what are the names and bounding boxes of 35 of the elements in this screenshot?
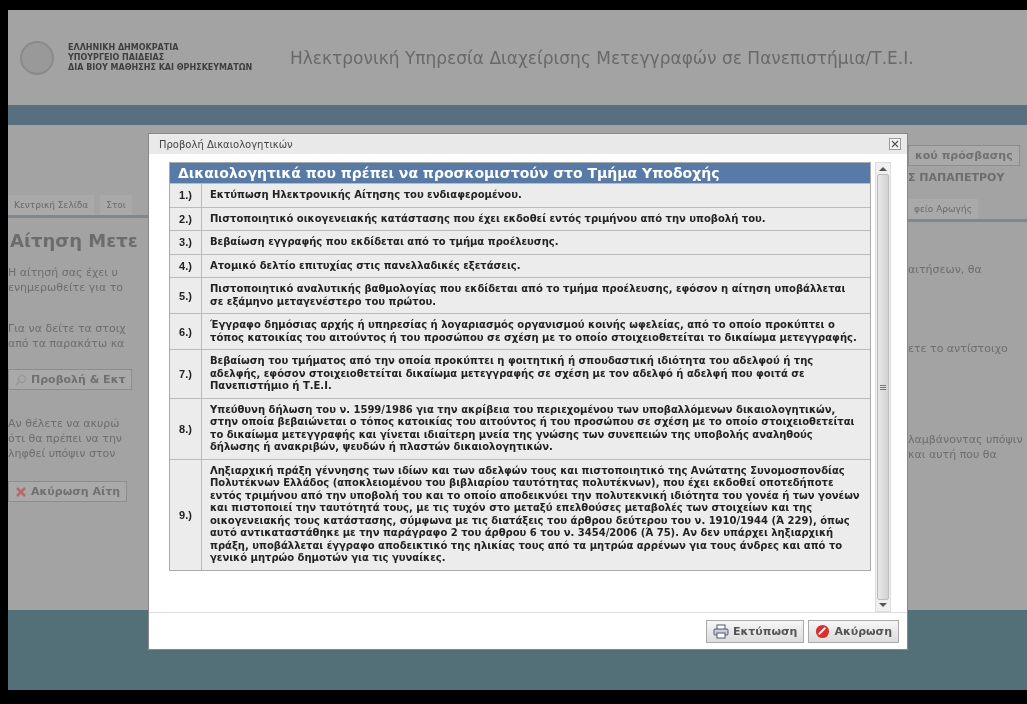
row-number: 3.)	[170, 231, 202, 254]
row-number: 9.)	[170, 459, 202, 570]
cross-icon	[15, 485, 27, 498]
site-title: Ηλεκτρονική Υπηρεσία Διαχείρισης Μετεγγραφών σε Πανεπιστήμια/Τ.Ε.Ι.	[290, 47, 914, 68]
printer-icon	[712, 623, 729, 639]
table-title: Δικαιολογητικά που πρέπει να προσκομιστούν στο Τμήμα Υποδοχής	[170, 163, 871, 183]
document-description: Ατομικό δελτίο επιτυχίας στις πανελλαδικές εξετάσεις.	[209, 258, 522, 273]
scroll-down-icon[interactable]	[879, 602, 887, 608]
print-button[interactable]: Εκτύπωση	[705, 619, 805, 643]
document-description: Πιστοποιητικό οικογενειακής κατάστασης που έχει εκδοθεί εντός τριμήνου από την υποβολή του.	[209, 211, 767, 226]
emblem-icon	[20, 40, 54, 75]
cancel-application-button[interactable]: Ακύρωση Αίτη	[8, 481, 128, 502]
ministry-name: ΕΛΛΗΝΙΚΗ ΔΗΜΟΚΡΑΤΙΑ ΥΠΟΥΡΓΕΙΟ ΠΑΙΔΕΙΑΣ ΔΙΑ ΒΙΟΥ ΜΑΘΗΣΗΣ ΚΑΙ ΘΡΗΣΚΕΥΜΑΤΩΝ	[68, 42, 254, 73]
dialog-title: Προβολή Δικαιολογητικών	[159, 138, 293, 150]
access-button[interactable]: κού πρόσβασης	[908, 145, 1020, 166]
close-icon[interactable]	[889, 138, 901, 150]
row-number: 1.)	[170, 184, 202, 207]
document-description: Εκτύπωση Ηλεκτρονικής Αίτησης του ενδιαφερομένου.	[209, 188, 523, 202]
cancel-icon	[815, 623, 831, 639]
cancel-button[interactable]: Ακύρωση	[808, 619, 899, 643]
document-description: Βεβαίωση του τμήματος από την οποία προκύπτει η φοιτητική ή σπουδαστική ιδιότητα του αδελφού ή της αδελφής, εφόσον στοιχειοθετείται δικαίωμα μετεγγραφής σε σχέση με τον αδελφό ή αδελφή που φοιτά σε Πανεπιστήμιο ή Τ.Ε.Ι.	[209, 354, 815, 393]
document-description: Έγγραφο δημόσιας αρχής ή υπηρεσίας ή λογαριασμός οργανισμού κοινής ωφελείας, από το οποίο προκύπτει ο τόπος κατοικίας του αιτούντος ή του προσώπου σε σχέση με το οποίο στοιχειοθετείται το δικαίωμα μετεγγραφής.	[209, 318, 858, 345]
document-description: Ληξιαρχική πράξη γέννησης των ιδίων και των αδελφών τους και πιστοποιητικό της Ανώτατης Συνομοσπονδίας Πολυτέκνων Ελλάδος (αποκλειομένου του βιβλιαρίου ταυτότητας πολυτέκνων), που έχει εκδοθεί οποτεδήποτε εντός τριμήνου από την υποβολή του και το οποίο αποδεικνύει την πολυτεκνική ιδιότητα του γονέα ή των γονέων και πιστοποιεί την ταυτότητά τους, με τις τυχόν στο μεταξύ επελθούσες μεταβολές των στοιχείων και της οικογενειακής τους κατάστασης, σύμφωνα με τις διατάξεις του άρθρου δεύτερου του ν. 1910/1944 (Ά 229), όπως αυτό αντικαταστάθηκε με την παράγραφο 2 του άρθρου 6 του ν. 3454/2006 (Ά 75). Αν δεν υπάρχει ληξιαρχική πράξη, υποβάλλεται έγγραφο αποδεικτικό της ηλικίας τους από τα μητρώα αρρένων για τους άνδρες και από το γενικό μητρώο δημοτών για τις γυναίκες.	[209, 463, 861, 565]
nav-tab[interactable]: φείο Αρωγής	[908, 199, 978, 219]
scrollbar[interactable]	[875, 162, 891, 612]
grip-icon	[880, 384, 886, 390]
nav-tab[interactable]: Στοι	[100, 195, 132, 215]
document-description: Υπεύθυνη δήλωση του ν. 1599/1986 για την ακρίβεια του περιεχομένου των υποβαλλόμενων δικαιολογητικών, στην οποία βεβαιώνεται ο τόπος κατοικίας του αιτούντος ή του προσώπου σε σχέση με το οποίο στοιχειοθετείται το δικαίωμα μετεγγραφής και γίνεται ιδιαίτερη μνεία της γνώσης των συνεπειών της υποβολής αναληθούς δήλωσης ή ανακριβών, ψευδών ή πλαστών δικαιολογητικών.	[209, 402, 856, 454]
document-description: Βεβαίωση εγγραφής που εκδίδεται από το τμήμα προέλευσης.	[209, 235, 560, 249]
row-number: 7.)	[170, 350, 202, 398]
scroll-up-icon[interactable]	[879, 166, 887, 172]
row-number: 8.)	[170, 398, 202, 459]
nav-tab[interactable]: Κεντρική Σελίδα	[8, 195, 95, 215]
document-description: Πιστοποιητικό αναλυτικής βαθμολογίας που εκδίδεται από το τμήμα προέλευσης, εφόσον η αίτηση υποβάλλεται σε εξάμηνο μεταγενέστερο του πρώτου.	[209, 282, 847, 309]
view-button[interactable]: Προβολή & Εκτ	[8, 369, 133, 390]
